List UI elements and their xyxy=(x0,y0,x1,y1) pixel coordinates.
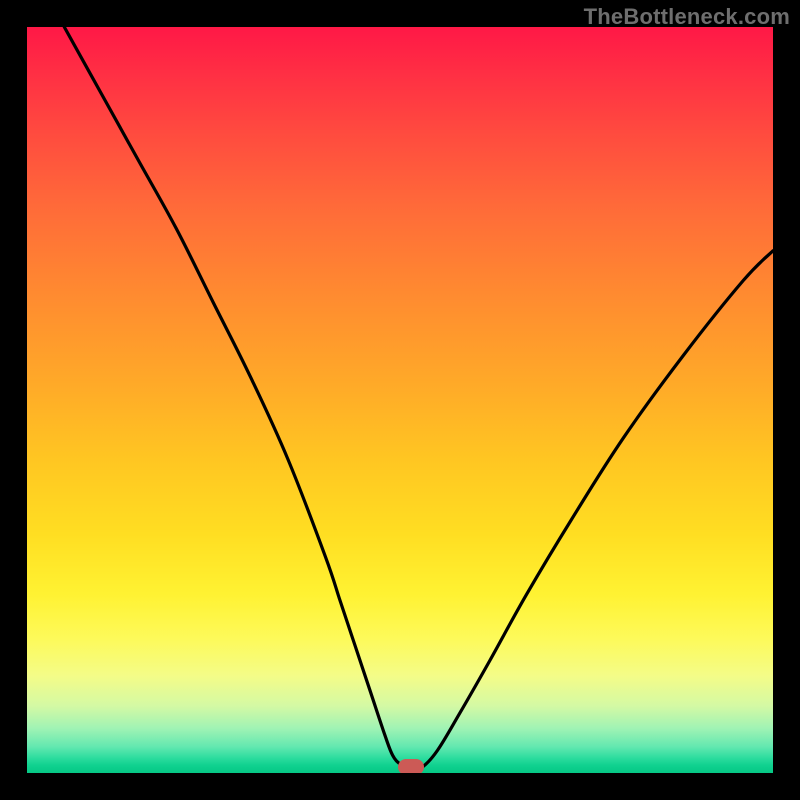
bottleneck-curve xyxy=(27,27,773,773)
watermark-text: TheBottleneck.com xyxy=(584,4,790,30)
optimal-point-marker xyxy=(398,759,424,773)
plot-area xyxy=(27,27,773,773)
chart-frame: TheBottleneck.com xyxy=(0,0,800,800)
